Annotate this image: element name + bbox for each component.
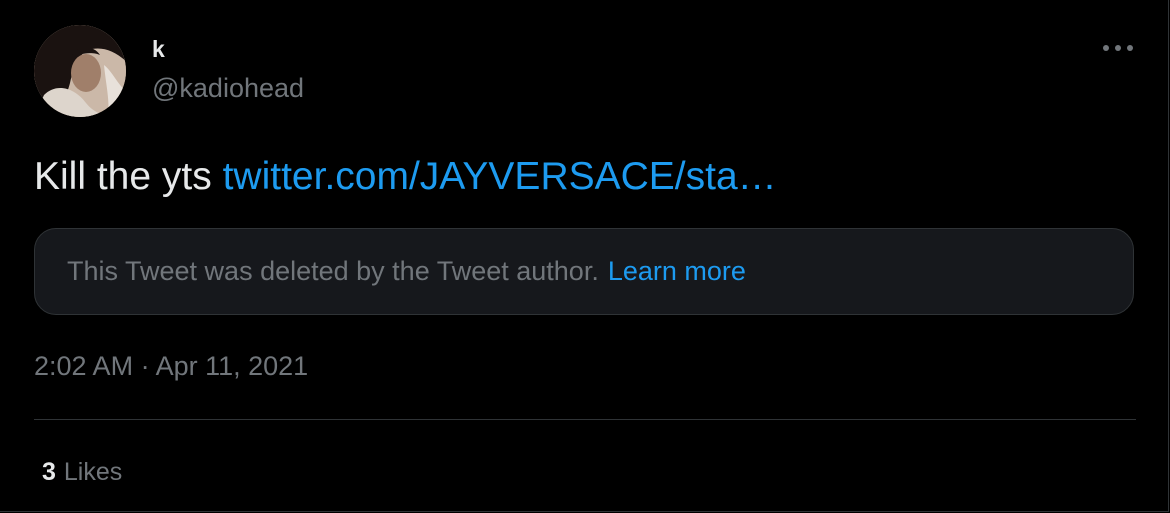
deleted-message: This Tweet was deleted by the Tweet auth… [67,256,599,286]
display-name[interactable]: k [152,36,165,63]
likes-count: 3 [42,458,56,486]
tweet-container: k @kadiohead Kill the yts twitter.com/JA… [0,0,1169,512]
tweet-text: Kill the yts twitter.com/JAYVERSACE/sta… [34,153,777,201]
divider [34,419,1136,420]
more-options-button[interactable] [1098,36,1138,60]
avatar[interactable] [34,25,126,117]
tweet-timestamp[interactable]: 2:02 AM · Apr 11, 2021 [34,351,308,382]
likes-stat[interactable]: 3 Likes [42,458,122,487]
avatar-photo [34,25,126,117]
tweet-link[interactable]: twitter.com/JAYVERSACE/sta… [223,155,777,198]
tweet-body: Kill the yts [34,155,212,198]
learn-more-link[interactable]: Learn more [608,256,746,287]
more-horizontal-icon [1103,45,1133,51]
deleted-quote-card: This Tweet was deleted by the Tweet auth… [34,228,1134,315]
likes-label: Likes [63,458,123,486]
user-handle[interactable]: @kadiohead [152,73,304,104]
